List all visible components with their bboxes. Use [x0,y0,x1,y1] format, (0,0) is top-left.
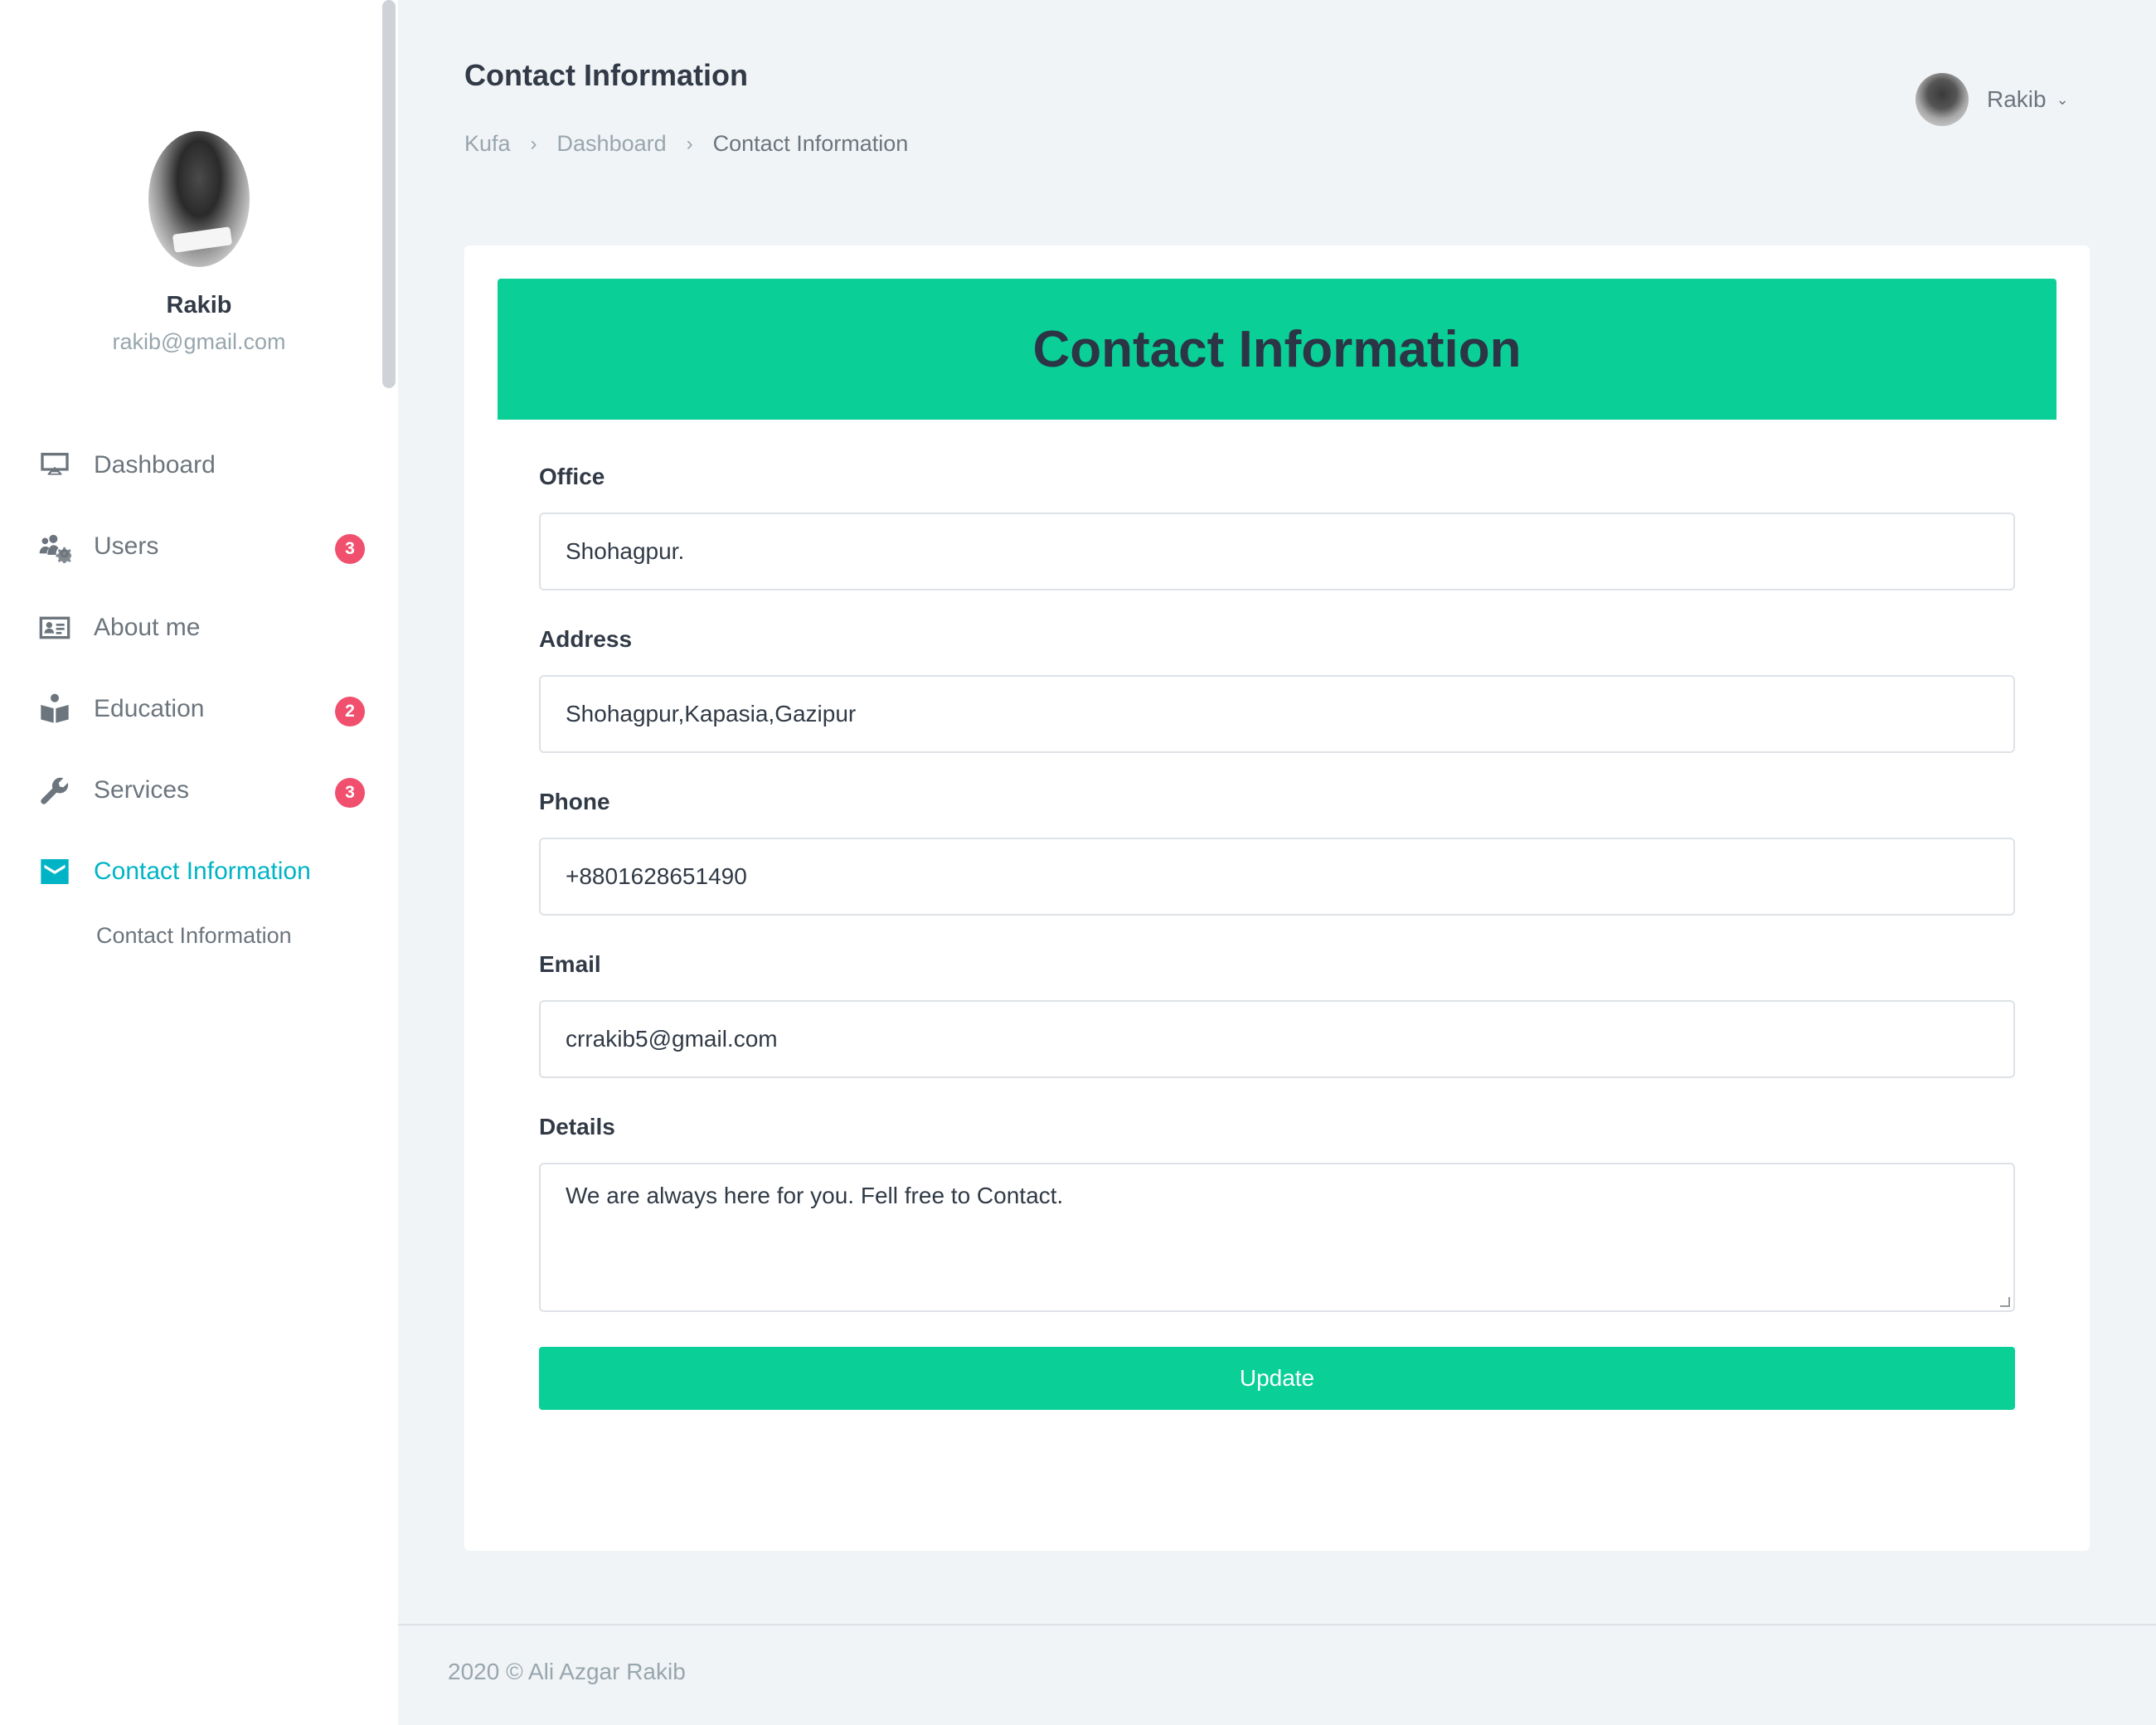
chevron-down-icon[interactable]: ⌄ [2056,91,2069,109]
sidebar-item-label: Users [94,532,159,560]
details-label: Details [539,1114,615,1139]
breadcrumb: Kufa › Dashboard › Contact Information [464,131,908,157]
services-count-badge: 3 [335,778,365,808]
user-name[interactable]: Rakib [1987,86,2047,113]
sidebar-item-dashboard[interactable]: Dashboard [0,425,398,506]
email-group: Email crrakib5@gmail.com [539,950,2015,1078]
sidebar-nav: Dashboard Users 3 About me Education 2 S… [0,425,398,959]
envelope-icon [36,853,73,890]
update-button[interactable]: Update [539,1347,2015,1410]
office-group: Office Shohagpur. [539,463,2015,590]
sidebar-item-label: Contact Information [94,858,311,885]
sidebar-item-label: Services [94,776,190,804]
email-input[interactable]: crrakib5@gmail.com [539,1000,2015,1078]
details-group: Details We are always here for you. Fell… [539,1113,2015,1312]
profile-email: rakib@gmail.com [112,329,286,354]
sidebar-subitem-contact-information[interactable]: Contact Information [0,912,398,959]
user-avatar[interactable] [1916,73,1969,126]
education-count-badge: 2 [335,697,365,726]
resize-handle-icon[interactable] [2000,1297,2010,1307]
sidebar: Rakib rakib@gmail.com Dashboard Users 3 [0,0,398,1725]
address-input[interactable]: Shohagpur,Kapasia,Gazipur [539,675,2015,753]
phone-label: Phone [539,789,610,814]
id-card-icon [36,610,73,646]
page-title: Contact Information [464,58,748,92]
breadcrumb-item-kufa[interactable]: Kufa [464,131,511,157]
address-group: Address Shohagpur,Kapasia,Gazipur [539,625,2015,753]
reader-icon [36,691,73,727]
monitor-icon [36,447,73,483]
card-title: Contact Information [498,279,2056,420]
profile-name: Rakib [166,292,232,318]
details-textarea[interactable]: We are always here for you. Fell free to… [539,1163,2015,1312]
sidebar-item-contact-information[interactable]: Contact Information [0,831,398,912]
app-root: Rakib rakib@gmail.com Dashboard Users 3 [0,0,2156,1725]
sidebar-item-label: About me [94,614,201,641]
phone-group: Phone +8801628651490 [539,788,2015,916]
footer: 2020 © Ali Azgar Rakib [398,1624,2156,1725]
sidebar-item-label: Education [94,695,205,722]
sidebar-item-education[interactable]: Education 2 [0,668,398,750]
address-label: Address [539,626,633,652]
contact-card: Contact Information Office Shohagpur. Ad… [464,245,2090,1551]
sidebar-item-users[interactable]: Users 3 [0,506,398,587]
sidebar-profile: Rakib rakib@gmail.com [0,131,398,355]
footer-copyright: 2020 © Ali Azgar Rakib [448,1659,686,1684]
chevron-right-icon: › [686,132,693,155]
breadcrumb-item-current: Contact Information [712,131,909,156]
details-text: We are always here for you. Fell free to… [566,1183,1064,1208]
phone-input[interactable]: +8801628651490 [539,838,2015,916]
chevron-right-icon: › [530,132,537,155]
sidebar-item-label: Dashboard [94,451,216,479]
users-gear-icon [36,528,73,565]
sidebar-item-services[interactable]: Services 3 [0,750,398,831]
email-label: Email [539,951,601,977]
user-menu[interactable]: Rakib ⌄ [1916,73,2069,126]
sidebar-item-about-me[interactable]: About me [0,587,398,668]
office-label: Office [539,464,605,489]
wrench-icon [36,772,73,809]
office-input[interactable]: Shohagpur. [539,513,2015,590]
breadcrumb-item-dashboard[interactable]: Dashboard [557,131,667,157]
profile-avatar[interactable] [148,131,250,267]
users-count-badge: 3 [335,534,365,564]
